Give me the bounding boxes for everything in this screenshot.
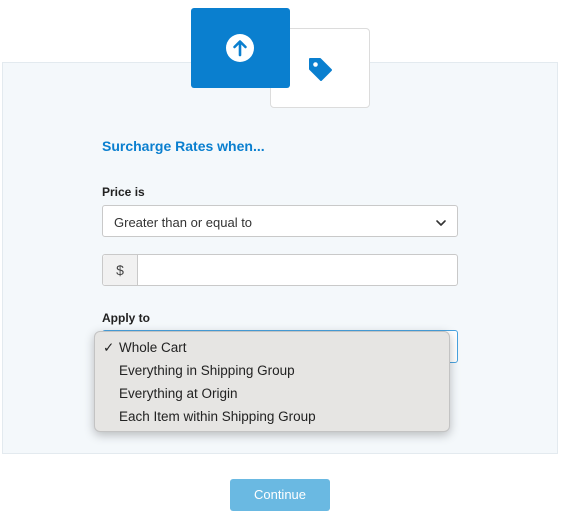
checkmark-icon: ✓	[103, 340, 115, 355]
currency-addon: $	[103, 255, 138, 285]
chevron-down-icon	[435, 216, 447, 228]
option-label: Everything at Origin	[119, 386, 238, 401]
arrow-up-circle-icon	[225, 33, 255, 63]
price-condition-value: Greater than or equal to	[114, 215, 253, 230]
section-heading: Surcharge Rates when...	[102, 138, 265, 154]
upload-tile[interactable]	[191, 8, 290, 88]
option-everything-at-origin[interactable]: Everything at Origin	[95, 382, 449, 405]
option-each-item-within-shipping-group[interactable]: Each Item within Shipping Group	[95, 405, 449, 428]
apply-to-dropdown-menu: ✓ Whole Cart Everything in Shipping Grou…	[94, 331, 450, 432]
option-label: Each Item within Shipping Group	[119, 409, 316, 424]
continue-button[interactable]: Continue	[230, 479, 330, 511]
tag-icon	[306, 55, 334, 83]
option-whole-cart[interactable]: ✓ Whole Cart	[95, 336, 449, 359]
option-label: Everything in Shipping Group	[119, 363, 295, 378]
amount-field-group: $	[102, 254, 458, 286]
price-label: Price is	[102, 185, 145, 199]
apply-to-label: Apply to	[102, 311, 150, 325]
option-label: Whole Cart	[119, 340, 187, 355]
price-condition-select[interactable]: Greater than or equal to	[102, 205, 458, 237]
option-everything-in-shipping-group[interactable]: Everything in Shipping Group	[95, 359, 449, 382]
amount-input[interactable]	[138, 255, 456, 285]
